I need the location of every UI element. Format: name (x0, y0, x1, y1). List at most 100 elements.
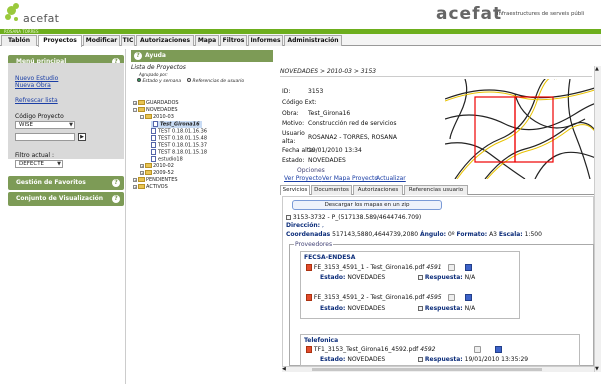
tab-autorizaciones-detail[interactable]: Autorizaciones (353, 185, 403, 195)
conjunto-visualizacion-header[interactable]: Conjunto de Visualización ? (8, 192, 124, 206)
respuesta-row: Respuesta: N/A (418, 305, 475, 312)
tab-tic[interactable]: TIC (121, 35, 135, 46)
pdf-icon (306, 294, 312, 301)
motivo-value: Construcción red de servicios (308, 120, 397, 127)
tree-node-item[interactable]: TEST 0.18.01.15.48 (151, 135, 207, 142)
folder-icon (145, 163, 152, 168)
vertical-scrollbar[interactable]: ▲ ▼ (594, 66, 601, 372)
codigo-proyecto-value: WISE (19, 122, 34, 128)
help-icon[interactable]: ? (112, 195, 120, 203)
tab-informes[interactable]: Informes (248, 35, 283, 46)
tab-tablon[interactable]: Tablón (1, 35, 37, 46)
codigo-proyecto-input[interactable] (15, 133, 75, 141)
tab-referencias-usuario[interactable]: Referencias usuario (404, 185, 468, 195)
gestion-favoritos-label: Gestión de Favoritos (16, 179, 86, 186)
coords-row: Coordenadas 517143,5880,4644739,2080 Áng… (286, 231, 542, 238)
estado-label: Estado: (282, 157, 305, 164)
pdf-icon (306, 346, 312, 353)
group-radio-estado[interactable]: Estado y semana (137, 78, 181, 84)
save-icon[interactable] (495, 346, 502, 353)
tab-servicios[interactable]: Servicios (280, 185, 310, 195)
conjunto-visualizacion-label: Conjunto de Visualización (16, 195, 104, 202)
go-arrow-icon[interactable]: ▶ (78, 133, 86, 141)
save-icon[interactable] (465, 294, 472, 301)
tab-proyectos[interactable]: Proyectos (38, 35, 82, 47)
tree-node-selected[interactable]: Test_Girona16 (151, 121, 202, 128)
horizontal-scrollbar[interactable]: ◀ (282, 366, 594, 372)
id-label: ID: (282, 88, 291, 95)
breadcrumb: NOVEDADES > 2010-03 > 3153 (280, 68, 377, 75)
view-icon[interactable] (448, 264, 455, 271)
scroll-thumb[interactable] (312, 368, 542, 371)
tree-node-week-2010-02[interactable]: +2010-02 (140, 163, 174, 169)
group-radio-referencias[interactable]: Referencias de usuario (187, 78, 244, 84)
codext-label: Código Ext: (282, 99, 317, 106)
tree-node-pendientes[interactable]: + PENDIENTES (133, 177, 178, 183)
usuario-label: Usuario alta: (282, 130, 305, 145)
info-icon (418, 357, 423, 362)
folder-icon (145, 170, 152, 175)
tree-node-activos[interactable]: + ACTIVOS (133, 184, 168, 190)
gestion-favoritos-header[interactable]: Gestión de Favoritos ? (8, 176, 124, 190)
pdf-icon (306, 264, 312, 271)
lista-proyectos-title: Lista de Proyectos (131, 64, 186, 71)
save-icon[interactable] (465, 264, 472, 271)
nueva-obra-link[interactable]: Nueva Obra (15, 82, 51, 89)
proveedor-name: Telefonica (304, 337, 339, 344)
project-icon (151, 149, 156, 155)
view-icon[interactable] (448, 294, 455, 301)
tab-mapa[interactable]: Mapa (195, 35, 219, 46)
chevron-down-icon[interactable]: ▼ (595, 366, 599, 372)
map-ref: 3153-3732 - P_(517138.589/4644746.709) (286, 214, 421, 221)
tree-node-novedades[interactable]: - NOVEDADES (133, 107, 178, 113)
help-icon: ? (134, 52, 142, 60)
view-icon[interactable] (474, 346, 481, 353)
usuario-value: ROSANA2 - TORRES, ROSANA (308, 134, 397, 141)
proveedores-legend: Proveedores (294, 241, 334, 248)
ayuda-header[interactable]: ? Ayuda (131, 50, 273, 62)
file-row[interactable]: TF1_3153_Test_Girona16_4592.pdf 4592 (306, 346, 436, 353)
info-icon (418, 275, 423, 280)
refrescar-lista-link[interactable]: Refrescar lista (15, 97, 58, 104)
download-zip-button[interactable]: Descargar los mapas en un zip (292, 200, 442, 210)
tab-documentos[interactable]: Documentos (311, 185, 352, 195)
ayuda-label: Ayuda (145, 52, 166, 59)
tree-node-item[interactable]: TEST 0.18.01.15.37 (151, 142, 207, 149)
tree-node-item[interactable]: TEST 8.18.01.15.18 (151, 149, 207, 156)
tree-node-week-2009-52[interactable]: +2009-52 (140, 170, 174, 176)
project-icon (151, 142, 156, 148)
tree-node-item[interactable]: estudio18 (151, 156, 183, 163)
divider (280, 76, 592, 77)
project-map-thumbnail[interactable] (445, 79, 598, 179)
help-icon[interactable]: ? (112, 179, 120, 187)
ver-proyecto-link[interactable]: Ver Proyecto (284, 175, 322, 182)
project-list-panel: ? Ayuda Lista de Proyectos Agrupado por:… (131, 48, 273, 384)
tab-administracion[interactable]: Administración (284, 35, 342, 46)
agrupado-label: Agrupado por: (139, 72, 168, 77)
fecha-value: 19/01/2010 13:34 (308, 147, 362, 154)
tab-autorizaciones[interactable]: Autorizaciones (136, 35, 194, 46)
actualizar-link[interactable]: Actualizar (376, 175, 406, 182)
codigo-proyecto-select[interactable]: WISE ▼ (15, 121, 75, 129)
project-icon (151, 156, 156, 162)
tree-node-item[interactable]: TEST 0.18.01.16.36 (151, 128, 207, 135)
chevron-left-icon[interactable]: ◀ (282, 366, 286, 372)
respuesta-row: Respuesta: 19/01/2010 13:35:29 (418, 356, 528, 363)
project-icon (151, 128, 156, 134)
direccion-row: Dirección: , (286, 222, 324, 229)
tree-node-guardados[interactable]: + GUARDADOS (133, 100, 179, 106)
tab-modificar[interactable]: Modificar (83, 35, 120, 46)
tree-node-week-2010-03[interactable]: -2010-03 (140, 114, 174, 120)
app-header: acefat acefat infraestructures de servei… (0, 0, 601, 30)
estado-row: Estado: NOVEDADES (320, 305, 386, 312)
ver-mapa-proyecto-link[interactable]: Ver Mapa Proyecto (322, 175, 378, 182)
chevron-up-icon[interactable]: ▲ (595, 66, 599, 72)
file-row[interactable]: FE_3153_4591_2 - Test_Girona16.pdf 4595 (306, 294, 442, 301)
folder-open-icon (145, 114, 152, 119)
nuevo-estudio-link[interactable]: Nuevo Estudio (15, 75, 58, 82)
filtro-actual-select[interactable]: DEFECTE ▼ (15, 160, 63, 168)
proveedor-name: FECSA-ENDESA (304, 254, 356, 261)
detail-tabs: Servicios Documentos Autorizaciones Refe… (280, 185, 598, 195)
file-row[interactable]: FE_3153_4591_1 - Test_Girona16.pdf 4591 (306, 264, 442, 271)
tab-filtros[interactable]: Filtros (220, 35, 247, 46)
